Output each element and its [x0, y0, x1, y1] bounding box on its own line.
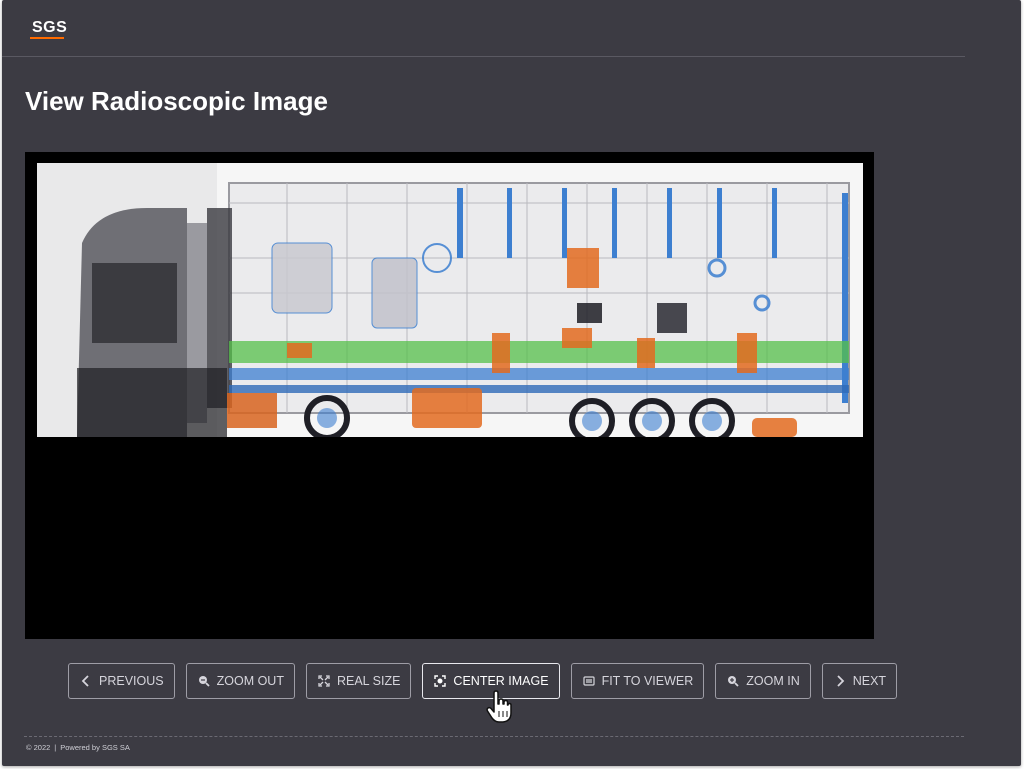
zoom-in-icon: [726, 674, 740, 688]
center-focus-icon: [433, 674, 447, 688]
zoom-out-button[interactable]: ZOOM OUT: [185, 663, 295, 699]
powered-by-link[interactable]: Powered by SGS SA: [60, 743, 130, 752]
previous-label: PREVIOUS: [99, 674, 164, 688]
copyright-text: © 2022: [26, 743, 51, 752]
radioscopic-image[interactable]: [37, 163, 863, 437]
header: SGS: [2, 0, 965, 57]
fit-to-viewer-label: FIT TO VIEWER: [601, 674, 694, 688]
next-button[interactable]: NEXT: [821, 663, 898, 699]
logo-accent: [30, 37, 64, 39]
chevron-left-icon: [79, 674, 93, 688]
zoom-out-label: ZOOM OUT: [216, 674, 284, 688]
zoom-out-icon: [197, 674, 211, 688]
center-image-label: CENTER IMAGE: [453, 674, 549, 688]
previous-button[interactable]: PREVIOUS: [68, 663, 175, 699]
hand-pointer-icon: [486, 690, 512, 729]
sgs-logo[interactable]: SGS: [32, 19, 67, 37]
fit-screen-icon: [582, 674, 596, 688]
image-viewer[interactable]: [25, 152, 874, 639]
fit-to-viewer-button[interactable]: FIT TO VIEWER: [570, 663, 705, 699]
footer-divider: [24, 736, 964, 737]
real-size-button[interactable]: REAL SIZE: [305, 663, 412, 699]
footer-separator: |: [54, 743, 57, 752]
zoom-in-label: ZOOM IN: [746, 674, 800, 688]
real-size-label: REAL SIZE: [336, 674, 401, 688]
viewer-toolbar: PREVIOUS ZOOM OUT REAL SIZE CENTER IMAGE…: [68, 663, 898, 701]
page-title: View Radioscopic Image: [25, 86, 328, 116]
chevron-right-icon: [833, 674, 847, 688]
app-window: SGS View Radioscopic Image PREVIOUS ZOOM…: [2, 0, 1021, 766]
footer: © 2022 | Powered by SGS SA: [26, 743, 130, 752]
expand-icon: [317, 674, 331, 688]
next-label: NEXT: [852, 674, 887, 688]
zoom-in-button[interactable]: ZOOM IN: [715, 663, 811, 699]
